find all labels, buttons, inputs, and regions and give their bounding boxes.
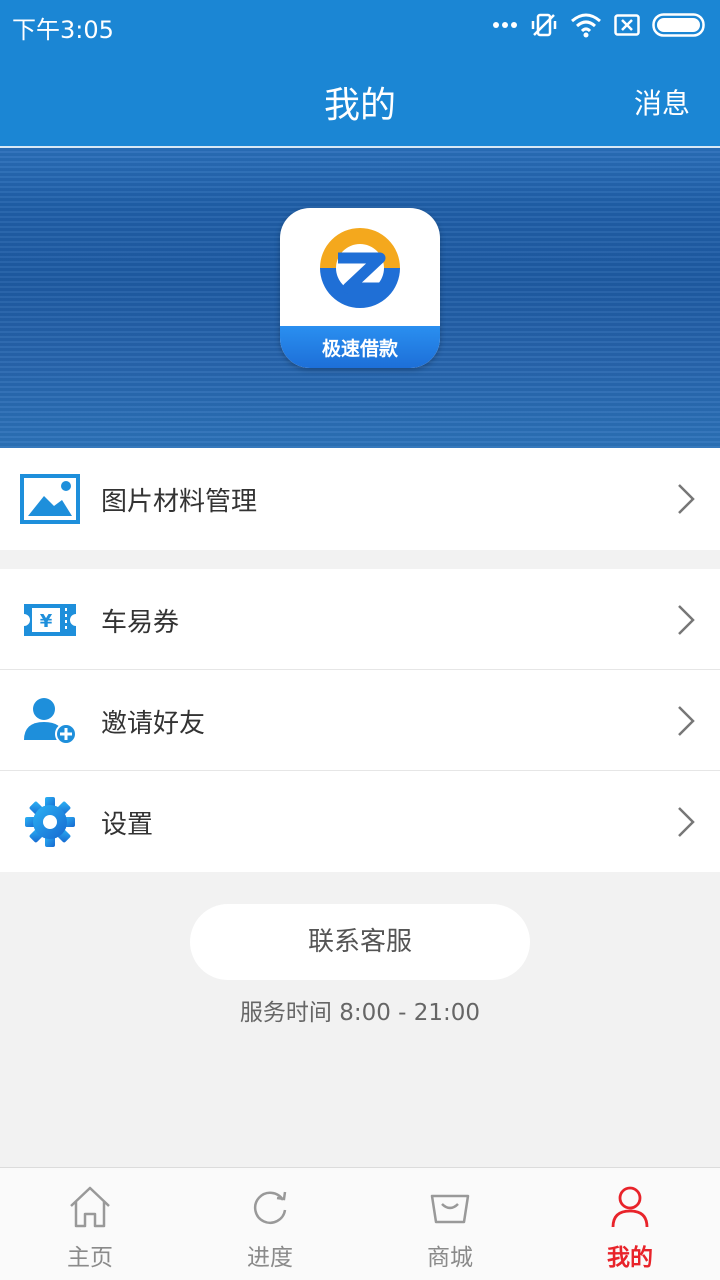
status-bar: 下午3:05 [0, 0, 720, 50]
home-icon [70, 1186, 110, 1228]
tab-label-mall: 商城 [427, 1245, 473, 1271]
messages-button[interactable]: 消息 [634, 82, 690, 122]
menu-label-settings: 设置 [101, 810, 154, 840]
tab-label-home: 主页 [67, 1245, 113, 1271]
tab-label-progress: 进度 [247, 1245, 293, 1271]
battery-icon [652, 13, 705, 37]
refresh-icon [253, 1191, 287, 1224]
tab-label-profile: 我的 [607, 1245, 653, 1271]
tab-home[interactable]: 主页 [0, 1168, 180, 1280]
status-icons [492, 10, 708, 40]
service-hours: 服务时间 8:00 - 21:00 [239, 1000, 481, 1026]
profile-banner: 极速借款 [0, 146, 720, 448]
contact-support-button[interactable]: 联系客服 [190, 904, 530, 980]
menu-item-invite-friends[interactable]: 邀请好友 [0, 670, 720, 771]
menu-item-image-materials[interactable]: 图片材料管理 [0, 448, 720, 550]
app-logo: 极速借款 [280, 208, 440, 368]
logo-mark-icon [320, 228, 400, 308]
shopping-bag-icon [430, 1194, 470, 1224]
wifi-icon [571, 13, 601, 38]
menu-group-main: ¥ 车易券 邀请好友 设置 [0, 569, 720, 872]
chevron-right-icon [678, 706, 695, 736]
more-dots-icon [493, 22, 517, 28]
banner-divider [0, 146, 720, 148]
tab-progress[interactable]: 进度 [180, 1168, 360, 1280]
person-icon [611, 1186, 649, 1228]
vibrate-off-icon [531, 13, 557, 37]
chevron-right-icon [678, 605, 695, 635]
status-time: 下午3:05 [12, 16, 114, 44]
title-bar: 我的 消息 [0, 50, 720, 146]
svg-text:¥: ¥ [40, 611, 53, 632]
tab-profile[interactable]: 我的 [540, 1168, 720, 1280]
menu-item-settings[interactable]: 设置 [0, 771, 720, 872]
chevron-right-icon [678, 484, 695, 514]
menu-label-invite-friends: 邀请好友 [101, 709, 206, 739]
chevron-right-icon [678, 807, 695, 837]
page-title: 我的 [323, 85, 396, 126]
add-user-icon [20, 694, 80, 748]
no-sim-icon [614, 14, 640, 36]
menu-group-materials: 图片材料管理 [0, 448, 720, 550]
gear-icon [20, 795, 80, 849]
app-name: 极速借款 [321, 338, 398, 360]
bottom-tab-bar: 主页 进度 商城 我的 [0, 1167, 720, 1280]
coupon-icon: ¥ [20, 593, 80, 647]
menu-label-coupons: 车易券 [101, 608, 180, 638]
menu-label-image-materials: 图片材料管理 [101, 487, 258, 517]
menu-item-coupons[interactable]: ¥ 车易券 [0, 569, 720, 670]
image-icon [20, 472, 80, 526]
tab-mall[interactable]: 商城 [360, 1168, 540, 1280]
